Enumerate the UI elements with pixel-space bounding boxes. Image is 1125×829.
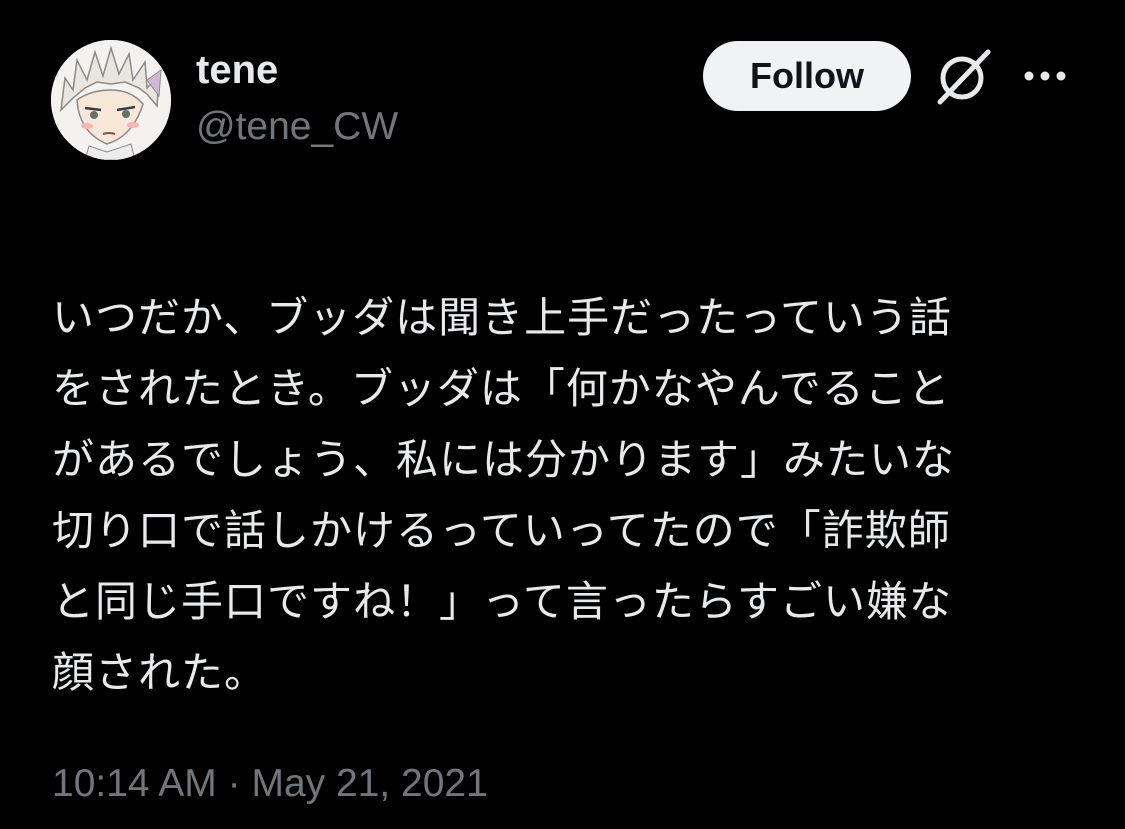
tweet-date[interactable]: May 21, 2021 xyxy=(251,762,487,805)
avatar[interactable] xyxy=(51,40,171,160)
author-display-name[interactable]: tene xyxy=(196,46,398,94)
tweet-timestamp: 10:14 AM · May 21, 2021 xyxy=(52,760,488,808)
author-info: tene @tene_CW xyxy=(196,46,398,151)
anime-character-avatar-icon xyxy=(51,40,171,160)
tweet: tene @tene_CW Follow いつだか、ブッダは聞き上手だったってい… xyxy=(0,0,1125,829)
tweet-time[interactable]: 10:14 AM xyxy=(52,762,217,805)
tweet-text: いつだか、ブッダは聞き上手だったっていう話 をされたとき。ブッダは「何かなやんで… xyxy=(52,293,956,697)
follow-button[interactable]: Follow xyxy=(703,41,911,111)
grok-slash-icon[interactable] xyxy=(932,46,996,106)
meta-separator: · xyxy=(227,762,241,805)
author-handle[interactable]: @tene_CW xyxy=(196,103,398,151)
more-horizontal-icon[interactable] xyxy=(1021,62,1069,90)
